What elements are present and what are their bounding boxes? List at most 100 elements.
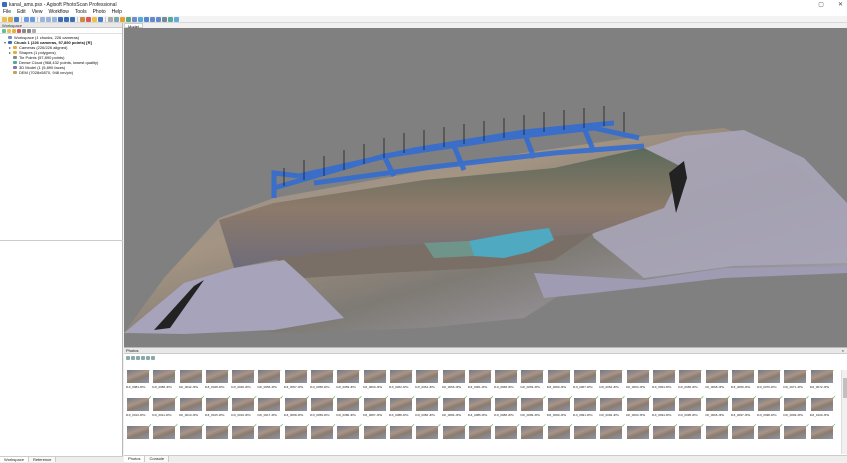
photo-thumbnail[interactable]: ✓ (468, 423, 494, 452)
photo-thumbnail[interactable]: ✓ DJI_0090.JPG (547, 395, 573, 426)
close-icon[interactable]: × (842, 348, 844, 354)
rotate-object-icon[interactable] (70, 16, 75, 22)
save-icon[interactable] (14, 16, 19, 22)
photo-thumbnail[interactable]: ✓ DJI_0016.JPG (231, 395, 257, 426)
photo-thumbnail[interactable]: ✓ (205, 423, 231, 452)
photo-thumbnail[interactable]: ✓ DJI_0059.JPG (336, 370, 363, 398)
show-trackball-icon[interactable] (174, 16, 179, 22)
photo-thumbnail[interactable]: ✓ DJI_0069.JPG (731, 370, 757, 398)
photo-thumbnail[interactable]: ✓ (757, 423, 783, 452)
show-textured-icon[interactable] (138, 16, 143, 22)
tab-photos[interactable]: Photos (124, 456, 146, 462)
photo-thumbnail[interactable]: ✓ DJI_0072.JPG (810, 370, 836, 398)
circle-select-icon[interactable] (52, 16, 57, 22)
photo-thumbnail[interactable]: ✓ DJI_0060.JPG (363, 370, 389, 398)
photos-scrollbar[interactable] (841, 370, 847, 454)
photo-thumbnail[interactable]: ✓ DJI_0068.JPG (705, 370, 731, 398)
free-select-icon[interactable] (58, 16, 63, 22)
menu-edit[interactable]: Edit (14, 9, 29, 16)
photo-thumbnail[interactable]: ✓ DJI_0088.JPG (494, 395, 520, 426)
photo-thumbnail[interactable]: ✓ (231, 423, 257, 452)
photo-thumbnail[interactable]: ✓ (152, 423, 179, 452)
photo-thumbnail[interactable]: ✓ DJI_0071.JPG (783, 370, 810, 398)
photo-thumbnail[interactable]: ✓ DJI_0057.JPG (284, 370, 310, 398)
remove-camera-icon[interactable] (126, 355, 130, 360)
photo-thumbnail[interactable]: ✓ (363, 423, 389, 452)
add-chunk-icon[interactable] (2, 28, 6, 33)
rectangle-select-icon[interactable] (46, 16, 51, 22)
photo-thumbnail[interactable]: ✓ DJI_0058.JPG (310, 370, 336, 398)
photo-thumbnail[interactable]: ✓ DJI_0089.JPG (520, 395, 546, 426)
photo-thumbnail[interactable]: ✓ DJI_0067.JPG (573, 370, 599, 398)
zoom-in-icon[interactable] (22, 28, 26, 33)
new-icon[interactable] (2, 16, 7, 22)
photo-thumbnail[interactable]: ✓ (442, 423, 468, 452)
view-mode-icon[interactable] (151, 355, 155, 360)
photo-thumbnail[interactable]: ✓ DJI_0063.JPG (626, 370, 652, 398)
menu-photo[interactable]: Photo (90, 9, 109, 16)
photo-thumbnail[interactable]: ✓ DJI_0064.JPG (652, 370, 678, 398)
photo-thumbnail[interactable]: ✓ DJI_0015.JPG (205, 395, 231, 426)
photo-thumbnail[interactable]: ✓ DJI_0093.JPG (626, 395, 652, 426)
menu-workflow[interactable]: Workflow (45, 9, 71, 16)
photo-thumbnail[interactable]: ✓ DJI_0084.JPG (442, 395, 468, 426)
show-dense-cloud-icon[interactable] (126, 16, 131, 22)
add-photos-icon[interactable] (7, 28, 11, 33)
photo-thumbnail[interactable]: ✓ DJI_0098.JPG (757, 395, 783, 426)
photo-thumbnail[interactable]: ✓ DJI_0013.JPG (126, 395, 152, 426)
photo-thumbnail[interactable]: ✓ DJI_0042.JPG (179, 370, 205, 398)
close-icon[interactable]: ✕ (838, 1, 843, 8)
show-cameras-icon[interactable] (114, 16, 119, 22)
remove-items-icon[interactable] (17, 28, 21, 33)
photo-thumbnail[interactable]: ✓ DJI_0046.JPG (231, 370, 257, 398)
photo-thumbnail[interactable]: ✓ DJI_0096.JPG (705, 395, 731, 426)
menu-file[interactable]: File (0, 9, 14, 16)
show-region-icon[interactable] (168, 16, 173, 22)
rotate-right-icon[interactable] (136, 355, 140, 360)
photo-thumbnail[interactable]: ✓ (415, 423, 442, 452)
tree-item[interactable]: DEM (7028x5870, 948 cm/pix) (4, 70, 122, 75)
photo-thumbnail[interactable]: ✓ DJI_0064.JPG (415, 370, 442, 398)
photo-thumbnail[interactable]: ✓ DJI_0087.JPG (363, 395, 389, 426)
photo-thumbnail[interactable]: ✓ DJI_0099.JPG (783, 395, 809, 426)
photo-thumbnail[interactable]: ✓ DJI_0056.JPG (257, 370, 284, 398)
show-tiled-icon[interactable] (144, 16, 149, 22)
photo-thumbnail[interactable]: ✓ DJI_0095.JPG (678, 395, 704, 426)
photo-thumbnail[interactable]: ✓ DJI_0060.JPG (547, 370, 573, 398)
undo-icon[interactable] (24, 16, 29, 22)
zoom-icon[interactable] (146, 355, 150, 360)
tab-reference[interactable]: Reference (28, 457, 57, 462)
photo-thumbnail[interactable]: ✓ (678, 423, 705, 452)
reset-view-icon[interactable] (141, 355, 145, 360)
photo-thumbnail[interactable]: ✓ (257, 423, 284, 452)
photo-thumbnail[interactable]: ✓ (389, 423, 415, 452)
rotate-left-icon[interactable] (131, 355, 135, 360)
crop-selection-icon[interactable] (92, 16, 97, 22)
photo-thumbnail[interactable]: ✓ DJI_0086.JPG (468, 395, 494, 426)
photo-thumbnail[interactable]: ✓ (731, 423, 757, 452)
model-viewport[interactable] (124, 28, 847, 347)
scrollbar-thumb[interactable] (843, 378, 847, 398)
photo-thumbnail[interactable]: ✓ DJI_0070.JPG (757, 370, 783, 398)
photo-thumbnail[interactable]: ✓ DJI_0066.JPG (442, 370, 468, 398)
photo-thumbnail[interactable]: ✓ (705, 423, 731, 452)
photo-thumbnail[interactable]: ✓ DJI_0068.JPG (494, 370, 520, 398)
photo-thumbnail[interactable]: ✓ DJI_0091.JPG (573, 395, 599, 426)
photo-thumbnail[interactable]: ✓ DJI_0084.JPG (126, 370, 152, 398)
photo-thumbnail[interactable]: ✓ (336, 423, 363, 452)
photo-thumbnail[interactable]: ✓ (783, 423, 810, 452)
photo-thumbnail[interactable]: ✓ DJI_0010.JPG (179, 395, 205, 426)
photo-thumbnail[interactable]: ✓ DJI_0061.JPG (468, 370, 494, 398)
photo-thumbnail[interactable]: ✓ (520, 423, 547, 452)
tab-workspace[interactable]: Workspace (0, 457, 29, 462)
photo-thumbnail[interactable]: ✓ DJI_0017.JPG (257, 395, 283, 426)
photo-thumbnail[interactable]: ✓ (573, 423, 599, 452)
resize-region-icon[interactable] (80, 16, 85, 22)
photo-thumbnail[interactable]: ✓ DJI_0059.JPG (310, 395, 336, 426)
photo-thumbnail[interactable]: ✓ DJI_0097.JPG (731, 395, 757, 426)
photo-thumbnail[interactable]: ✓ DJI_0062.JPG (389, 370, 415, 398)
menu-help[interactable]: Help (109, 9, 125, 16)
photo-thumbnail[interactable]: ✓ (626, 423, 652, 452)
ruler-icon[interactable] (98, 16, 103, 22)
photo-thumbnail[interactable]: ✓ (310, 423, 336, 452)
